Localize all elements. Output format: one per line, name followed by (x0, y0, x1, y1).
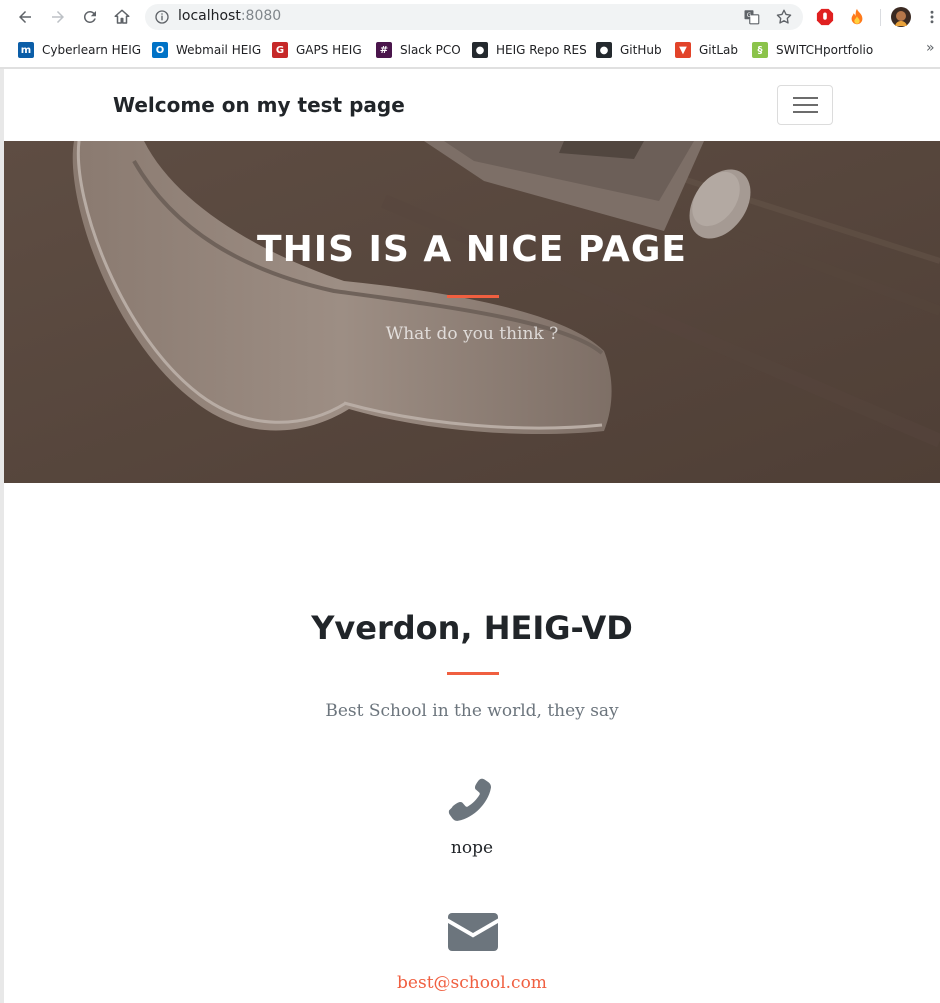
contact-email-link[interactable]: best@school.com (4, 973, 940, 993)
url-text[interactable]: localhost:8080 (178, 8, 281, 24)
home-icon (114, 9, 130, 24)
fire-extension-icon[interactable] (847, 7, 867, 27)
envelope-icon (448, 913, 498, 951)
bookmark-star-icon[interactable] (775, 8, 793, 26)
adblock-extension-icon[interactable] (815, 7, 835, 27)
bookmark-item[interactable]: § SWITCHportfolio (752, 41, 873, 59)
kebab-menu-icon (930, 10, 934, 24)
bookmark-label: GitHub (620, 43, 662, 57)
bookmark-label: Cyberlearn HEIG (42, 43, 142, 57)
info-icon[interactable] (154, 9, 170, 25)
contact-subtitle: Best School in the world, they say (325, 701, 619, 721)
bookmark-label: Webmail HEIG (176, 43, 262, 57)
bookmark-favicon-icon: O (152, 42, 168, 58)
bookmark-label: GitLab (699, 43, 738, 57)
bookmark-item[interactable]: # Slack PCO (376, 41, 461, 59)
bookmark-favicon-icon: § (752, 42, 768, 58)
bookmark-item[interactable]: O Webmail HEIG (152, 41, 261, 59)
bookmark-label: HEIG Repo RES (496, 43, 587, 57)
toolbar-separator (880, 9, 881, 26)
contact-section: Yverdon, HEIG-VD Best School in the worl… (4, 483, 940, 1003)
translate-icon[interactable]: G (743, 8, 761, 26)
bookmark-item[interactable]: ● GitHub (596, 41, 662, 59)
bookmark-label: GAPS HEIG (296, 43, 362, 57)
bookmark-favicon-icon: G (272, 42, 288, 58)
bookmark-favicon-icon: ● (596, 42, 612, 58)
navbar-brand[interactable]: Welcome on my test page (113, 93, 405, 117)
bookmark-favicon-icon: m (18, 42, 34, 58)
hamburger-icon-bar (793, 104, 818, 106)
browser-toolbar: localhost:8080 G (0, 0, 940, 34)
reload-icon (83, 10, 96, 23)
bookmarks-bar: m Cyberlearn HEIG O Webmail HEIG G GAPS HEIG #… (0, 36, 940, 64)
bookmark-item[interactable]: ● HEIG Repo RES (472, 41, 587, 59)
bookmark-item[interactable]: m Cyberlearn HEIG (18, 41, 141, 59)
bookmark-label: Slack PCO (400, 43, 461, 57)
bookmark-label: SWITCHportfolio (776, 43, 874, 57)
profile-avatar[interactable] (891, 7, 911, 27)
hamburger-icon-bar (793, 97, 818, 99)
bookmark-favicon-icon: # (376, 42, 392, 58)
contact-title: Yverdon, HEIG-VD (311, 609, 633, 647)
arrow-left-icon (19, 11, 31, 23)
hero-section: THIS IS A NICE PAGE What do you think ? (4, 141, 940, 483)
contact-phone: nope (450, 838, 494, 858)
hero-subtitle: What do you think ? (385, 324, 559, 344)
bookmark-favicon-icon: ▼ (675, 42, 691, 58)
site-navbar: Welcome on my test page (4, 69, 940, 141)
bookmark-favicon-icon: ● (472, 42, 488, 58)
bookmarks-more-button[interactable]: » (926, 40, 935, 56)
hero-background-image (4, 141, 940, 483)
reload-button[interactable] (78, 5, 102, 29)
hero-title: THIS IS A NICE PAGE (257, 229, 687, 270)
svg-text:G: G (747, 12, 752, 19)
navbar-toggler-button[interactable] (777, 85, 833, 125)
hamburger-icon-bar (793, 111, 818, 113)
contact-divider (447, 672, 499, 675)
address-bar[interactable]: localhost:8080 G (145, 4, 803, 30)
back-button[interactable] (13, 5, 37, 29)
browser-menu-button[interactable] (922, 7, 940, 27)
bookmark-item[interactable]: G GAPS HEIG (272, 41, 362, 59)
phone-icon (448, 778, 491, 821)
bookmark-item[interactable]: ▼ GitLab (675, 41, 738, 59)
hero-divider (447, 295, 499, 298)
home-button[interactable] (110, 5, 134, 29)
page-viewport: Welcome on my test page THIS IS A NICE P… (4, 69, 940, 1003)
arrow-right-icon (52, 11, 64, 23)
forward-button[interactable] (46, 5, 70, 29)
